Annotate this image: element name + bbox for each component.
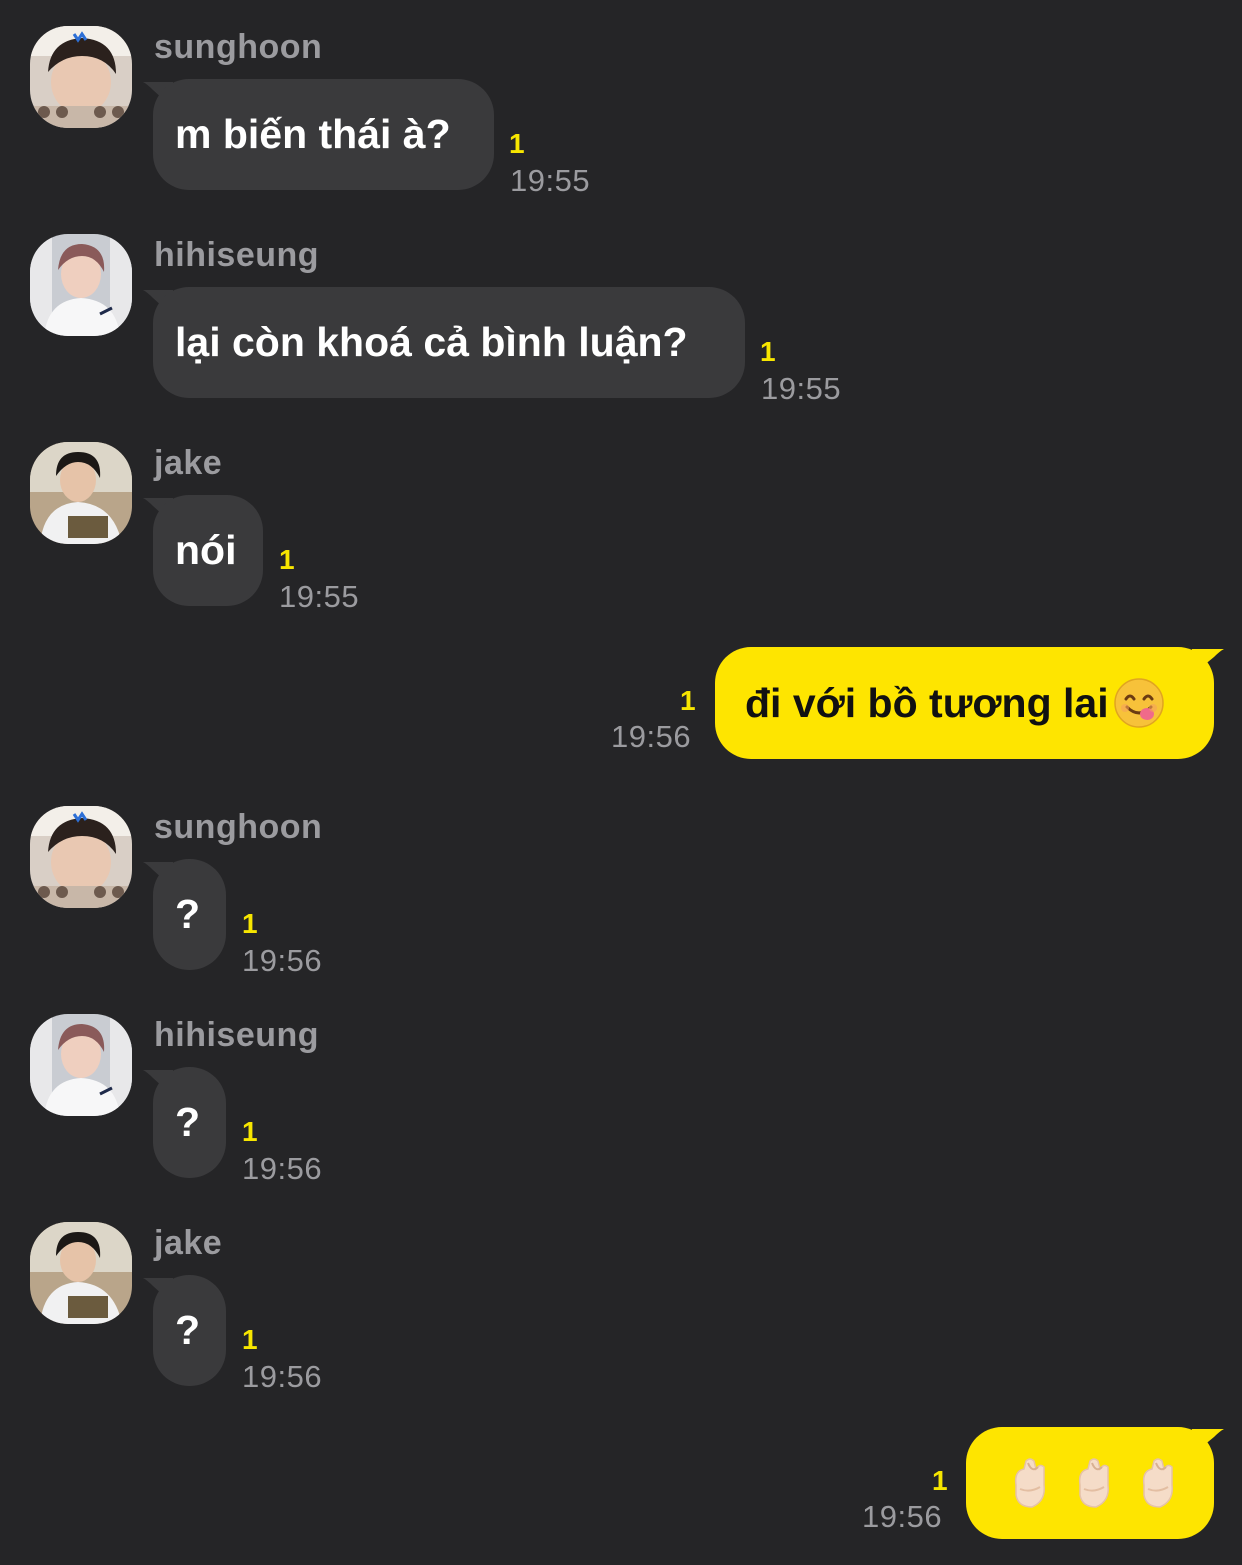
message-bubble[interactable]: lại còn khoá cả bình luận? [153, 287, 745, 398]
timestamp: 19:56 [862, 1499, 943, 1534]
unread-count: 1 [760, 336, 776, 367]
unread-count: 1 [242, 1324, 258, 1355]
avatar[interactable] [30, 1222, 132, 1324]
bubble-tail-icon [1192, 649, 1224, 675]
message-text: đi với bồ tương lai [745, 679, 1109, 726]
message-bubble[interactable] [966, 1427, 1214, 1539]
profile-photo-icon [30, 1014, 132, 1116]
message-bubble[interactable]: ? [153, 1275, 226, 1386]
timestamp: 19:56 [611, 719, 692, 754]
unread-count: 1 [242, 908, 258, 939]
timestamp: 19:55 [279, 579, 360, 614]
avatar[interactable] [30, 1014, 132, 1116]
unread-count: 1 [242, 1116, 258, 1147]
crossed-fingers-icon [1134, 1455, 1182, 1511]
profile-photo-icon [30, 442, 132, 544]
timestamp: 19:56 [242, 943, 323, 978]
crossed-fingers-icon [1070, 1455, 1118, 1511]
sender-name: hihiseung [154, 236, 320, 274]
message-bubble[interactable]: ? [153, 859, 226, 970]
message-bubble[interactable]: đi với bồ tương lai [715, 647, 1214, 759]
unread-count: 1 [680, 685, 696, 716]
unread-count: 1 [279, 544, 295, 575]
timestamp: 19:55 [510, 163, 591, 198]
avatar[interactable] [30, 26, 132, 128]
profile-photo-icon [30, 234, 132, 336]
avatar[interactable] [30, 442, 132, 544]
avatar[interactable] [30, 806, 132, 908]
message-bubble[interactable]: m biến thái à? [153, 79, 494, 190]
sender-name: sunghoon [154, 808, 323, 846]
unread-count: 1 [509, 128, 525, 159]
sender-name: jake [154, 444, 223, 482]
timestamp: 19:55 [761, 371, 842, 406]
avatar[interactable] [30, 234, 132, 336]
unread-count: 1 [932, 1465, 948, 1496]
crossed-fingers-icon [1006, 1455, 1054, 1511]
profile-photo-icon [30, 806, 132, 908]
bubble-tail-icon [1192, 1429, 1224, 1455]
profile-photo-icon [30, 26, 132, 128]
message-bubble[interactable]: nói [153, 495, 263, 606]
sender-name: hihiseung [154, 1016, 320, 1054]
sender-name: sunghoon [154, 28, 323, 66]
message-bubble[interactable]: ? [153, 1067, 226, 1178]
sender-name: jake [154, 1224, 223, 1262]
timestamp: 19:56 [242, 1359, 323, 1394]
timestamp: 19:56 [242, 1151, 323, 1186]
face-savoring-food-emoji-icon [1113, 678, 1164, 728]
profile-photo-icon [30, 1222, 132, 1324]
